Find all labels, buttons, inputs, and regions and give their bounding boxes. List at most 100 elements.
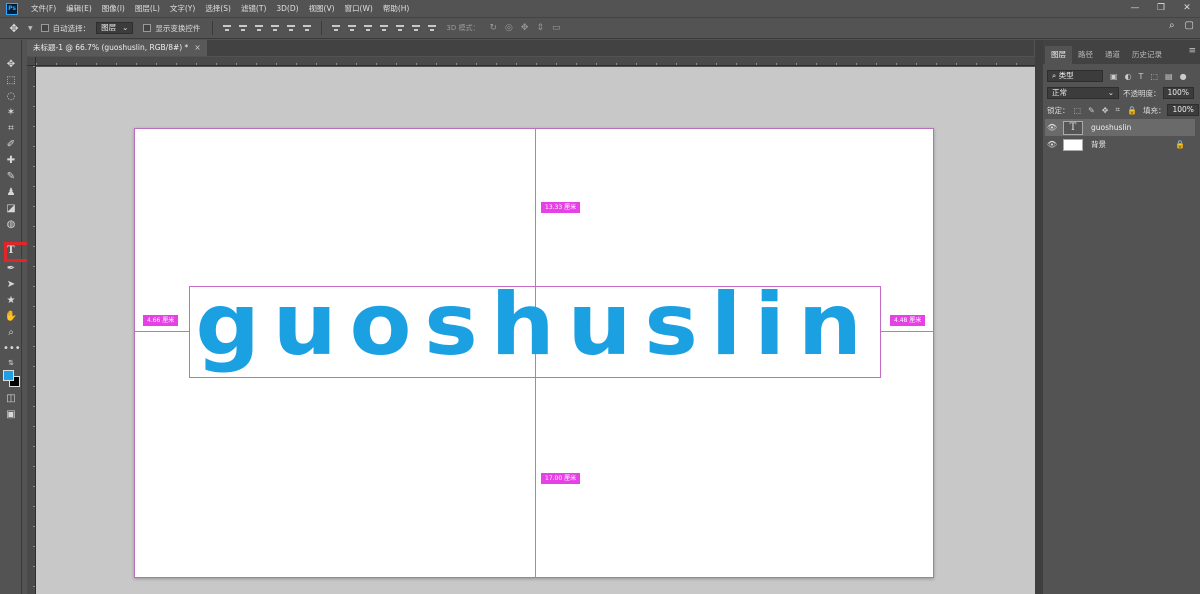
menu-window[interactable]: 窗口(W) (340, 3, 378, 14)
opacity-field[interactable]: 100% (1162, 87, 1194, 99)
distribute-vcenter-icon[interactable] (347, 23, 357, 33)
eraser-tool-icon[interactable]: ◪ (3, 202, 19, 216)
auto-select-label: 自动选择： (52, 23, 91, 33)
quick-mask-icon[interactable]: ◫ (3, 392, 19, 406)
3d-roll-icon[interactable]: ◎ (505, 23, 513, 33)
healing-brush-tool-icon[interactable]: ✚ (3, 154, 19, 168)
workspace-icon[interactable]: ▢ (1185, 20, 1194, 31)
visibility-eye-icon[interactable]: 👁 (1045, 140, 1059, 149)
filter-toggle-icon[interactable]: ● (1180, 72, 1187, 81)
filter-pixel-icon[interactable]: ▣ (1110, 72, 1118, 81)
magic-wand-tool-icon[interactable]: ✶ (3, 106, 19, 120)
ruler-origin[interactable] (27, 57, 36, 66)
filter-smart-object-icon[interactable]: ▤ (1165, 72, 1173, 81)
menu-filter[interactable]: 滤镜(T) (236, 3, 271, 14)
fill-field[interactable]: 100% (1167, 104, 1199, 116)
filter-type-icon[interactable]: T (1139, 72, 1144, 81)
3d-slide-icon[interactable]: ⇕ (536, 23, 544, 33)
menu-help[interactable]: 帮助(H) (378, 3, 415, 14)
align-vcenter-icon[interactable] (238, 23, 248, 33)
hand-tool-icon[interactable]: ✋ (3, 310, 19, 324)
foreground-color-swatch[interactable] (3, 370, 14, 381)
more-tools-icon[interactable]: ••• (3, 342, 21, 356)
paint-bucket-tool-icon[interactable]: ◍ (3, 218, 19, 232)
lock-paint-icon[interactable]: ✎ (1088, 106, 1095, 115)
blend-row: 正常 ⌄ 不透明度： 100% (1047, 87, 1194, 99)
3d-scale-icon[interactable]: ▭ (552, 23, 561, 33)
menu-type[interactable]: 文字(Y) (165, 3, 200, 14)
3d-rotate-icon[interactable]: ↻ (490, 23, 498, 33)
document-tab[interactable]: 未标题-1 @ 66.7% (guoshuslin, RGB/8#) * × (27, 40, 207, 56)
filter-shape-icon[interactable]: ⬚ (1150, 72, 1158, 81)
distribute-left-icon[interactable] (379, 23, 389, 33)
clone-stamp-tool-icon[interactable]: ♟ (3, 186, 19, 200)
lock-artboard-icon[interactable]: ⌗ (1115, 105, 1120, 115)
close-icon[interactable]: × (194, 40, 200, 56)
show-transform-checkbox[interactable] (143, 24, 152, 32)
panel-menu-icon[interactable]: ≡ (1188, 46, 1196, 56)
layer-filter-dropdown[interactable]: ⌕ 类型 (1047, 70, 1103, 82)
minimize-button[interactable]: — (1122, 0, 1148, 17)
align-top-icon[interactable] (222, 23, 232, 33)
swap-colors-icon[interactable]: ⇅ (3, 356, 19, 370)
layer-row-text[interactable]: 👁 T guoshuslin (1045, 119, 1195, 136)
fill-label: 填充： (1142, 105, 1166, 115)
filter-adjustment-icon[interactable]: ◐ (1125, 72, 1132, 81)
distribute-hcenter-icon[interactable] (395, 23, 405, 33)
chevron-down-icon[interactable]: ▼ (28, 25, 33, 32)
tab-paths[interactable]: 路径 (1072, 46, 1099, 64)
close-window-button[interactable]: ✕ (1174, 0, 1200, 17)
align-bottom-icon[interactable] (254, 23, 264, 33)
3d-mode-label: 3D 模式： (446, 24, 480, 32)
brush-tool-icon[interactable]: ✎ (3, 170, 19, 184)
menu-3d[interactable]: 3D(D) (271, 4, 303, 13)
auto-select-checkbox[interactable] (40, 24, 49, 32)
pen-tool-icon[interactable]: ✒ (3, 262, 19, 276)
tab-history[interactable]: 历史记录 (1126, 46, 1168, 64)
tab-channels[interactable]: 通道 (1099, 46, 1126, 64)
visibility-eye-icon[interactable]: 👁 (1045, 123, 1059, 132)
horizontal-ruler[interactable] (36, 57, 1035, 66)
3d-drag-icon[interactable]: ✥ (521, 23, 529, 33)
search-icon[interactable]: ⌕ (1169, 20, 1175, 31)
lock-transparent-icon[interactable]: ⬚ (1074, 106, 1082, 115)
blend-mode-dropdown[interactable]: 正常 ⌄ (1047, 87, 1119, 99)
measure-top-label: 13.33 厘米 (541, 202, 581, 213)
measure-bottom-label: 17.00 厘米 (541, 473, 581, 484)
menu-layer[interactable]: 图层(L) (130, 3, 165, 14)
distribute-right-icon[interactable] (411, 23, 421, 33)
distribute-top-icon[interactable] (331, 23, 341, 33)
zoom-tool-icon[interactable]: ⌕ (3, 326, 19, 340)
auto-align-icon[interactable] (427, 23, 437, 33)
menu-image[interactable]: 图像(I) (97, 3, 130, 14)
layer-row-background[interactable]: 👁 背景 🔒 (1045, 136, 1195, 153)
marquee-tool-icon[interactable]: ⬚ (3, 74, 19, 88)
panel-collapse-strip[interactable] (1035, 40, 1043, 594)
text-layer-thumbnail: T (1063, 120, 1083, 135)
vertical-ruler[interactable] (27, 66, 36, 594)
tab-layers[interactable]: 图层 (1045, 46, 1072, 64)
text-layer-bounding-box[interactable] (189, 286, 881, 378)
lock-all-icon[interactable]: 🔒 (1127, 106, 1137, 115)
screen-mode-icon[interactable]: ▣ (3, 408, 19, 422)
menu-edit[interactable]: 编辑(E) (61, 3, 97, 14)
path-selection-tool-icon[interactable]: ➤ (3, 278, 19, 292)
move-tool-icon[interactable]: ✥ (3, 58, 19, 72)
align-left-icon[interactable] (270, 23, 280, 33)
restore-button[interactable]: ❐ (1148, 0, 1174, 17)
lasso-tool-icon[interactable]: ◌ (3, 90, 19, 104)
align-hcenter-icon[interactable] (286, 23, 296, 33)
crop-tool-icon[interactable]: ⌗ (3, 122, 19, 136)
eyedropper-tool-icon[interactable]: ✐ (3, 138, 19, 152)
menu-select[interactable]: 选择(S) (200, 3, 236, 14)
lock-position-icon[interactable]: ✥ (1102, 106, 1109, 115)
menu-file[interactable]: 文件(F) (26, 3, 61, 14)
menu-view[interactable]: 视图(V) (304, 3, 340, 14)
align-right-icon[interactable] (302, 23, 312, 33)
move-tool-preset-icon[interactable]: ✥ (0, 22, 28, 35)
document-tab-title: 未标题-1 @ 66.7% (guoshuslin, RGB/8#) * (33, 43, 189, 52)
auto-select-dropdown[interactable]: 图层 ⌄ (96, 22, 134, 34)
background-layer-thumbnail (1063, 138, 1083, 151)
shape-tool-icon[interactable]: ★ (3, 294, 19, 308)
distribute-bottom-icon[interactable] (363, 23, 373, 33)
